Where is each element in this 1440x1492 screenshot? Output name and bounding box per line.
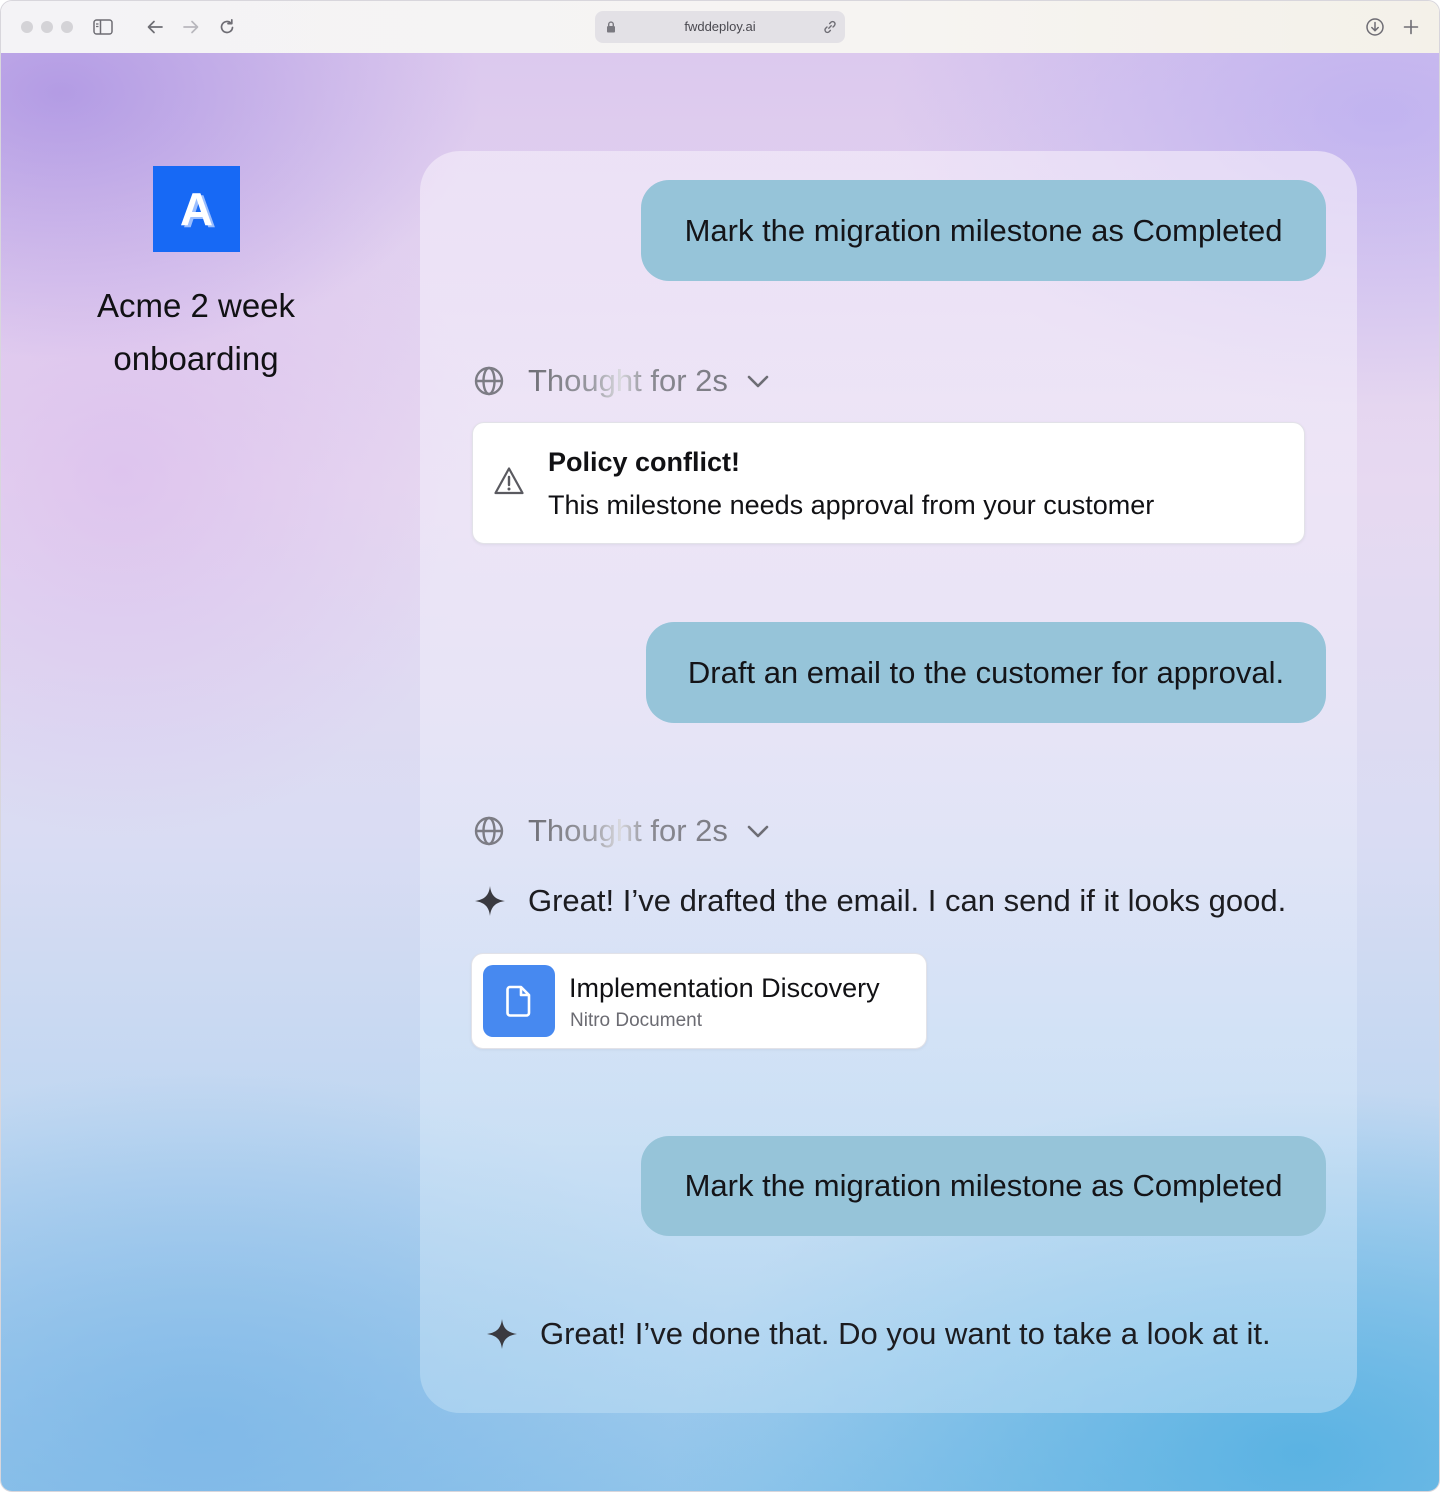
browser-toolbar: fwddeploy.ai <box>1 1 1439 53</box>
thought-label: Thought for 2s <box>528 363 728 398</box>
user-message-bubble: Mark the migration milestone as Complete… <box>641 180 1326 281</box>
new-tab-plus-icon[interactable] <box>1399 15 1423 39</box>
assistant-message-text: Great! I’ve drafted the email. I can sen… <box>528 883 1287 918</box>
thought-toggle[interactable]: Thought for 2s <box>473 811 772 851</box>
alert-message: This milestone needs approval from your … <box>548 490 1155 520</box>
document-attachment-card[interactable]: Implementation Discovery Nitro Document <box>471 953 927 1049</box>
warning-icon <box>494 467 524 495</box>
project-title-line1: Acme 2 week <box>96 287 296 324</box>
policy-conflict-alert: Policy conflict! This milestone needs ap… <box>472 422 1305 544</box>
browser-window: fwddeploy.ai A Acme 2 week onboarding Ma… <box>0 0 1440 1492</box>
project-title: Acme 2 week onboarding <box>41 279 351 385</box>
sparkle-icon <box>475 886 505 916</box>
globe-icon <box>474 816 504 846</box>
workspace-logo[interactable]: A <box>153 166 240 252</box>
user-message-bubble: Mark the migration milestone as Complete… <box>641 1136 1326 1236</box>
document-tile <box>483 965 555 1037</box>
user-message-bubble: Draft an email to the customer for appro… <box>646 622 1326 723</box>
chevron-down-icon <box>747 825 769 838</box>
assistant-message-text: Great! I’ve done that. Do you want to ta… <box>540 1316 1271 1351</box>
alert-title: Policy conflict! <box>548 447 741 477</box>
download-icon[interactable] <box>1363 15 1387 39</box>
link-icon[interactable] <box>822 19 838 35</box>
address-bar[interactable]: fwddeploy.ai <box>595 11 845 43</box>
sidebar-toggle-icon[interactable] <box>91 15 115 39</box>
chevron-down-icon <box>747 375 769 388</box>
document-icon <box>506 985 531 1017</box>
assistant-message: Great! I’ve done that. Do you want to ta… <box>485 1316 1271 1352</box>
forward-arrow-icon[interactable] <box>179 15 203 39</box>
url-text: fwddeploy.ai <box>684 19 756 34</box>
project-title-line2: onboarding <box>113 340 279 377</box>
zoom-window-button[interactable] <box>61 21 73 33</box>
reload-icon[interactable] <box>215 15 239 39</box>
sparkle-icon <box>487 1319 517 1349</box>
close-window-button[interactable] <box>21 21 33 33</box>
globe-icon <box>474 366 504 396</box>
page-content: A Acme 2 week onboarding Mark the migrat… <box>1 53 1439 1491</box>
document-title: Implementation Discovery <box>569 973 880 1003</box>
back-arrow-icon[interactable] <box>143 15 167 39</box>
thought-toggle[interactable]: Thought for 2s <box>473 361 772 401</box>
document-type: Nitro Document <box>570 1010 702 1031</box>
logo-letter: A <box>179 183 214 235</box>
minimize-window-button[interactable] <box>41 21 53 33</box>
thought-label: Thought for 2s <box>528 813 728 848</box>
assistant-message: Great! I’ve drafted the email. I can sen… <box>473 883 1286 919</box>
